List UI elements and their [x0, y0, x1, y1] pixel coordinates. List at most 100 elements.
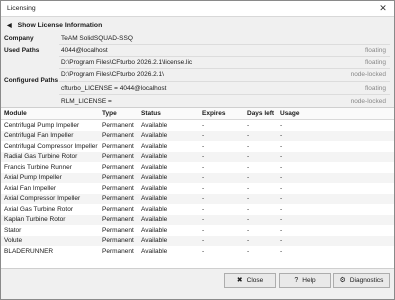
column-header-module[interactable]: Module — [1, 108, 99, 120]
days-left-cell: - — [247, 247, 250, 255]
usage-cell: - — [280, 184, 283, 192]
expires-cell: - — [199, 130, 244, 141]
usage-cell: - — [277, 172, 394, 183]
expires-cell: - — [199, 151, 244, 162]
type-cell: Permanent — [102, 163, 134, 171]
usage-cell: - — [277, 235, 394, 246]
days-left-cell: - — [244, 193, 277, 204]
column-header-type[interactable]: Type — [99, 108, 138, 120]
type-cell: Permanent — [102, 226, 134, 234]
company-value: TeAM SolidSQUAD-SSQ — [61, 34, 133, 42]
help-icon: ? — [294, 277, 299, 284]
usage-cell: - — [277, 193, 394, 204]
used-path-mode: floating — [365, 58, 386, 66]
company-label: Company — [4, 34, 34, 42]
title-bar: Licensing ✕ — [1, 1, 394, 17]
days-left-cell: - — [247, 205, 250, 213]
module-cell: Radial Gas Turbine Rotor — [1, 151, 99, 162]
used-path-value: 4044@localhost — [61, 46, 108, 54]
module-cell: Axial Fan Impeller — [4, 184, 57, 192]
table-row[interactable]: Kaplan Turbine Rotor Permanent Available - -… — [1, 214, 394, 225]
used-path-row: Used Paths 4044@localhost floating — [1, 45, 394, 55]
type-cell: Permanent — [99, 130, 138, 141]
table-row[interactable]: Centrifugal Pump Impeller Permanent Availa… — [1, 120, 394, 131]
divider — [59, 81, 390, 82]
days-left-cell: - — [247, 163, 250, 171]
expires-cell: - — [202, 163, 205, 171]
table-body: Centrifugal Pump Impeller Permanent Availa… — [1, 120, 394, 257]
column-header-days-left[interactable]: Days left — [244, 108, 277, 120]
status-cell: Available — [138, 130, 199, 141]
show-license-info-toggle[interactable]: ◀ Show License Information — [1, 17, 394, 33]
usage-cell: - — [280, 163, 283, 171]
close-button-label: Close — [246, 277, 264, 284]
section-title: Show License Information — [17, 21, 103, 29]
table-row[interactable]: Volute Permanent Available - - - — [1, 235, 394, 246]
column-header-usage[interactable]: Usage — [277, 108, 394, 120]
module-cell: Axial Pump Impeller — [1, 172, 99, 183]
days-left-cell: - — [244, 130, 277, 141]
help-button[interactable]: ? Help — [279, 273, 331, 288]
table-row[interactable]: Centrifugal Compressor Impeller Permanent… — [1, 141, 394, 152]
close-icon[interactable]: ✕ — [372, 1, 394, 16]
collapse-arrow-icon: ◀ — [7, 22, 12, 29]
table-row[interactable]: Axial Fan Impeller Permanent Available - - - — [1, 183, 394, 194]
used-paths-label: Used Paths — [4, 46, 40, 54]
usage-cell: - — [277, 151, 394, 162]
module-cell: Axial Compressor Impeller — [1, 193, 99, 204]
table-row[interactable]: Axial Pump Impeller Permanent Available - - - — [1, 172, 394, 183]
table-row[interactable]: Radial Gas Turbine Rotor Permanent Availab… — [1, 151, 394, 162]
configured-path-value: cfturbo_LICENSE = 4044@localhost — [61, 84, 167, 92]
days-left-cell: - — [247, 142, 250, 150]
column-header-expires[interactable]: Expires — [199, 108, 244, 120]
expires-cell: - — [202, 142, 205, 150]
type-cell: Permanent — [99, 235, 138, 246]
usage-cell: - — [280, 121, 283, 129]
configured-path-value: RLM_LICENSE = — [61, 97, 112, 105]
expires-cell: - — [202, 226, 205, 234]
expires-cell: - — [199, 193, 244, 204]
table-row[interactable]: Axial Compressor Impeller Permanent Availa… — [1, 193, 394, 204]
close-icon: ✖ — [236, 277, 243, 284]
usage-cell: - — [280, 247, 283, 255]
type-cell: Permanent — [99, 193, 138, 204]
status-cell: Available — [138, 235, 199, 246]
usage-cell: - — [280, 226, 283, 234]
licensing-dialog: Licensing ✕ ◀ Show License Information C… — [0, 0, 395, 300]
status-cell: Available — [141, 121, 168, 129]
type-cell: Permanent — [102, 142, 134, 150]
column-header-status[interactable]: Status — [138, 108, 199, 120]
expires-cell: - — [202, 205, 205, 213]
expires-cell: - — [199, 214, 244, 225]
table-row[interactable]: Axial Gas Turbine Rotor Permanent Availabl… — [1, 204, 394, 215]
status-cell: Available — [138, 172, 199, 183]
usage-cell: - — [277, 214, 394, 225]
button-bar: ✖ Close ? Help ⚙ Diagnostics — [1, 268, 394, 299]
module-cell: BLADERUNNER — [4, 247, 54, 255]
expires-cell: - — [202, 121, 205, 129]
window-title: Licensing — [7, 5, 36, 12]
table-row[interactable]: BLADERUNNER Permanent Available - - - — [1, 246, 394, 257]
divider — [59, 94, 390, 95]
configured-path-mode: node-locked — [350, 97, 386, 105]
type-cell: Permanent — [99, 172, 138, 183]
usage-cell: - — [280, 142, 283, 150]
table-header-row: Module Type Status Expires Days left Usa… — [1, 108, 394, 120]
table-row[interactable]: Centrifugal Fan Impeller Permanent Availab… — [1, 130, 394, 141]
type-cell: Permanent — [102, 205, 134, 213]
module-cell: Stator — [4, 226, 22, 234]
close-button[interactable]: ✖ Close — [224, 273, 276, 288]
modules-table-container: Module Type Status Expires Days left Usa… — [1, 107, 394, 269]
table-row[interactable]: Francis Turbine Runner Permanent Available… — [1, 162, 394, 173]
diagnostics-button[interactable]: ⚙ Diagnostics — [333, 273, 390, 288]
used-path-value: D:\Program Files\CFturbo 2026.2.1\licens… — [61, 58, 193, 66]
days-left-cell: - — [244, 235, 277, 246]
configured-path-mode: floating — [365, 84, 386, 92]
module-cell: Axial Gas Turbine Rotor — [4, 205, 74, 213]
type-cell: Permanent — [102, 247, 134, 255]
company-row: Company TeAM SolidSQUAD-SSQ — [1, 33, 394, 43]
status-cell: Available — [138, 151, 199, 162]
table-row[interactable]: Stator Permanent Available - - - — [1, 225, 394, 236]
module-cell: Centrifugal Pump Impeller — [4, 121, 80, 129]
module-cell: Volute — [1, 235, 99, 246]
